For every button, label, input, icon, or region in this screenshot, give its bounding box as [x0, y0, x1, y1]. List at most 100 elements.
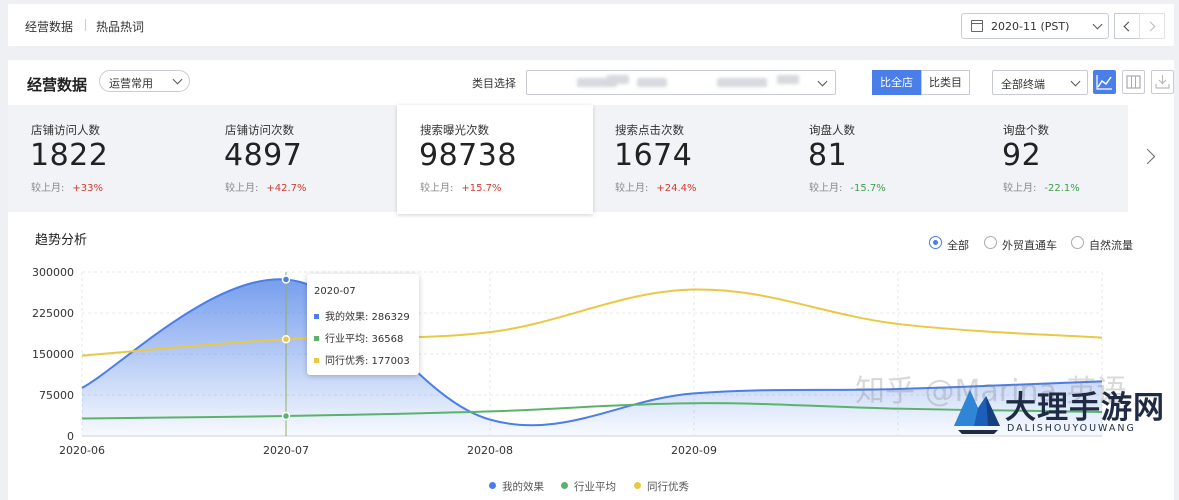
metric-value: 98738 — [419, 138, 517, 173]
terminal-select-value: 全部终端 — [1001, 78, 1045, 91]
prev-month-button[interactable] — [1114, 13, 1140, 39]
chevron-down-icon — [1092, 19, 1103, 30]
brand-watermark-sub: DALISHOUYOUWANG — [1007, 423, 1136, 434]
metric-label: 询盘个数 — [1003, 123, 1049, 137]
table-view-button[interactable] — [1122, 70, 1145, 94]
top-bar: 经营数据 热品热词 2020-11 (PST) — [8, 4, 1174, 46]
metric-change: +42.7% — [266, 183, 307, 194]
metric-card-inquiry-count[interactable]: 询盘个数 92 较上月: -22.1% — [980, 105, 1128, 212]
metric-label: 店铺访问人数 — [31, 123, 100, 137]
x-tick-label: 2020-07 — [263, 444, 309, 457]
preset-select[interactable]: 运营常用 — [99, 70, 190, 92]
series-dot — [314, 336, 319, 341]
y-tick-label: 75000 — [39, 389, 74, 402]
next-month-button[interactable] — [1139, 13, 1165, 39]
tooltip-row-mine: 我的效果: 286329 — [314, 308, 410, 323]
metric-change: +24.4% — [656, 183, 697, 194]
hover-point-1 — [281, 411, 291, 421]
metric-compare: 较上月: -22.1% — [1003, 179, 1080, 194]
panel-title: 经营数据 — [27, 76, 88, 94]
metric-change: -22.1% — [1044, 183, 1080, 194]
y-tick-label: 150000 — [32, 348, 74, 361]
tooltip-row-industry: 行业平均: 36568 — [314, 330, 403, 345]
metric-label: 店铺访问次数 — [225, 123, 294, 137]
calendar-icon — [971, 20, 983, 32]
crumb-hot-words[interactable]: 热品热词 — [96, 18, 144, 35]
tooltip-row-label: 同行优秀: 177003 — [325, 356, 410, 367]
chevron-right-icon — [1139, 148, 1156, 165]
legend-label: 行业平均 — [574, 481, 616, 493]
blurred-text — [777, 75, 799, 84]
category-label: 类目选择 — [472, 77, 516, 90]
hover-point-2 — [281, 334, 291, 344]
metric-cards: 店铺访问人数 1822 较上月: +33% 店铺访问次数 4897 较上月: +42… — [8, 105, 1174, 214]
metric-change: -15.7% — [850, 183, 886, 194]
metric-compare: 较上月: -15.7% — [809, 179, 886, 194]
metric-card-store-visitors[interactable]: 店铺访问人数 1822 较上月: +33% — [8, 105, 202, 212]
metric-card-search-clicks[interactable]: 搜索点击次数 1674 较上月: +24.4% — [592, 105, 786, 212]
compare-label: 较上月: — [225, 183, 259, 194]
preset-select-value: 运营常用 — [109, 77, 153, 90]
trend-chart: 3000002250001500007500002020-06 2020-07 20… — [32, 266, 1103, 457]
brand-logo-icon — [954, 390, 1000, 434]
metric-value: 1674 — [614, 138, 693, 173]
terminal-select[interactable]: 全部终端 — [992, 70, 1088, 95]
metric-value: 81 — [808, 138, 848, 173]
legend-label: 我的效果 — [502, 481, 544, 493]
x-tick-label: 2020-09 — [671, 444, 717, 457]
chevron-down-icon — [1070, 76, 1081, 87]
compare-label: 较上月: — [1003, 183, 1037, 194]
month-picker-value: 2020-11 (PST) — [991, 20, 1070, 33]
x-tick-label: 2020-06 — [59, 444, 105, 457]
next-metrics-button[interactable] — [1128, 105, 1174, 212]
y-tick-label: 0 — [67, 430, 74, 443]
metric-value: 1822 — [30, 138, 109, 173]
chevron-right-icon — [1145, 21, 1156, 32]
compare-category-button[interactable]: 比类目 — [921, 70, 970, 95]
compare-label: 较上月: — [31, 183, 65, 194]
tooltip-row-label: 行业平均: 36568 — [325, 334, 404, 345]
crumb-business-data[interactable]: 经营数据 — [25, 18, 73, 35]
table-icon — [1126, 75, 1141, 89]
x-tick-label: 2020-08 — [467, 444, 513, 457]
tooltip-row-label: 我的效果: 286329 — [325, 312, 410, 323]
month-picker[interactable]: 2020-11 (PST) — [961, 13, 1109, 39]
blurred-text — [637, 78, 667, 87]
compare-label: 较上月: — [615, 183, 649, 194]
line-chart-button[interactable] — [1093, 70, 1116, 94]
line-chart-icon — [1096, 75, 1112, 90]
download-icon — [1155, 75, 1170, 89]
chart-tooltip: 2020-07 我的效果: 286329 行业平均: 36568 同行优秀: 1… — [307, 274, 419, 375]
compare-label: 较上月: — [809, 183, 843, 194]
legend-dot — [634, 482, 641, 489]
blurred-text — [607, 75, 629, 84]
y-tick-label: 300000 — [32, 266, 74, 279]
metric-card-store-visits[interactable]: 店铺访问次数 4897 较上月: +42.7% — [202, 105, 396, 212]
metric-label: 搜索点击次数 — [615, 123, 684, 137]
trend-title: 趋势分析 — [35, 233, 88, 248]
category-select[interactable] — [526, 70, 836, 95]
metric-compare: 较上月: +42.7% — [225, 179, 307, 194]
series-dot — [314, 314, 319, 319]
metric-card-inquiry-users[interactable]: 询盘人数 81 较上月: -15.7% — [786, 105, 980, 212]
legend-dot — [561, 482, 568, 489]
metric-card-search-impressions[interactable]: 搜索曝光次数 98738 较上月: +15.7% — [397, 105, 593, 214]
brand-watermark: 大理手游网 — [1005, 390, 1165, 426]
compare-toggle: 比全店 比类目 — [872, 70, 970, 95]
metric-value: 4897 — [224, 138, 303, 173]
metric-compare: 较上月: +15.7% — [420, 179, 502, 194]
download-button[interactable] — [1151, 70, 1174, 94]
chevron-down-icon — [817, 76, 828, 87]
hover-point-0 — [281, 275, 291, 284]
crumb-divider — [85, 19, 86, 31]
radio[interactable] — [984, 236, 997, 249]
metric-value: 92 — [1002, 138, 1042, 173]
metric-change: +15.7% — [461, 183, 502, 194]
metric-label: 搜索曝光次数 — [420, 123, 489, 137]
metric-change: +33% — [72, 183, 103, 194]
radio[interactable] — [1071, 236, 1084, 249]
compare-store-button[interactable]: 比全店 — [872, 70, 921, 95]
metric-label: 询盘人数 — [809, 123, 855, 137]
radio-selected[interactable] — [929, 236, 942, 249]
tooltip-title: 2020-07 — [314, 286, 356, 297]
